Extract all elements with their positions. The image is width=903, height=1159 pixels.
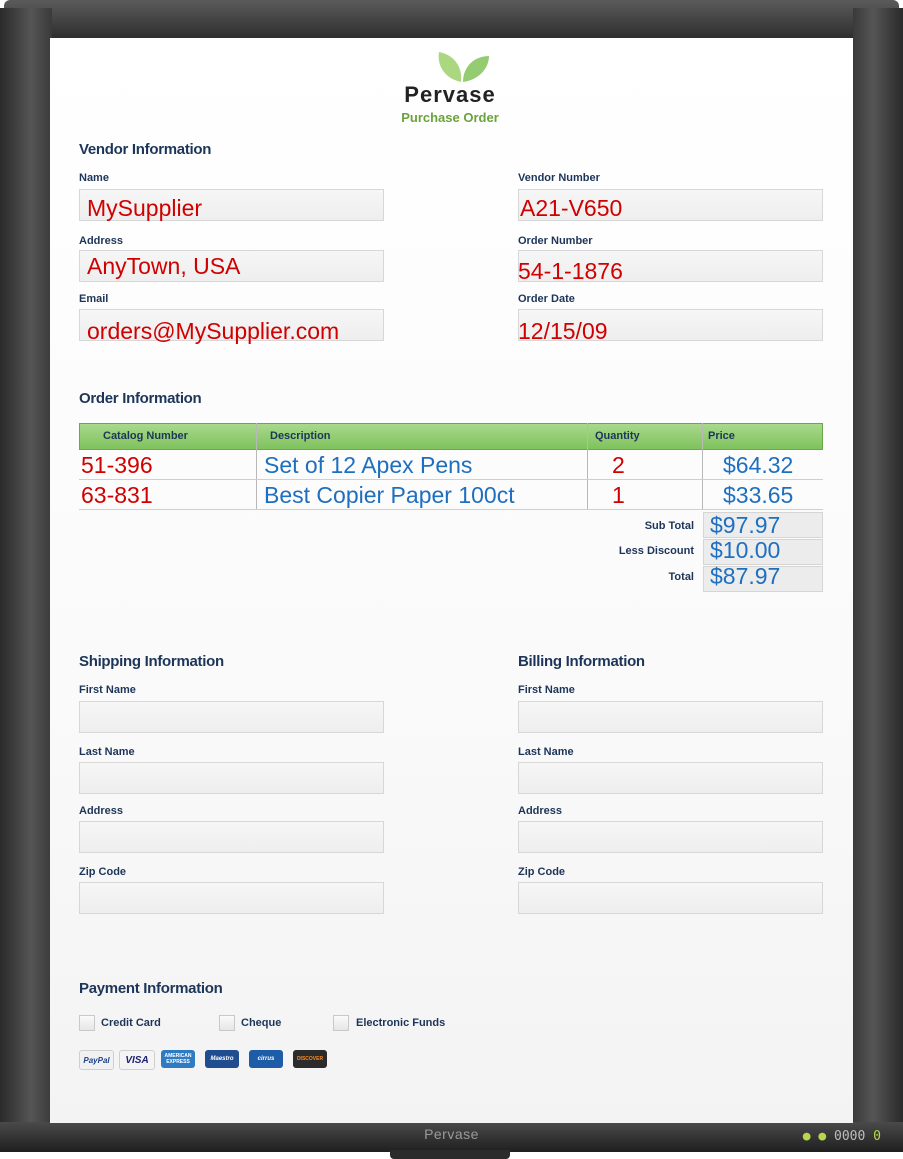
vendor-name-value: MySupplier xyxy=(87,195,203,221)
discount-value: $10.00 xyxy=(710,537,781,563)
billing-address-label: Address xyxy=(518,805,563,817)
shipping-zip-label: Zip Code xyxy=(79,866,127,878)
price-cell: $33.65 xyxy=(723,482,794,508)
billing-zip-label: Zip Code xyxy=(518,866,566,878)
discover-card-icon: DISCOVER xyxy=(293,1050,327,1068)
column-header-catalog: Catalog Number xyxy=(103,430,188,442)
monitor-bezel-top xyxy=(4,0,899,40)
vendor-address-label: Address xyxy=(79,235,124,247)
shipping-first-name-field[interactable] xyxy=(79,701,384,733)
shipping-address-field[interactable] xyxy=(79,821,384,853)
cheque-checkbox[interactable] xyxy=(219,1015,235,1031)
order-date-value: 12/15/09 xyxy=(518,318,608,344)
shipping-zip-field[interactable] xyxy=(79,882,384,914)
order-number-label: Order Number xyxy=(518,235,593,247)
cirrus-card-icon: cirrus xyxy=(249,1050,283,1068)
visa-card-icon: VISA xyxy=(119,1050,155,1070)
shipping-last-name-label: Last Name xyxy=(79,746,135,758)
monitor-stand xyxy=(390,1150,510,1159)
catalog-number-cell: 63-831 xyxy=(81,482,153,508)
status-light-icon: 0 xyxy=(873,1129,881,1144)
order-table-header: Catalog Number Description Quantity Pric… xyxy=(79,423,823,450)
vendor-email-value: orders@MySupplier.com xyxy=(87,318,340,344)
monitor-brand-label: Pervase xyxy=(424,1126,479,1142)
billing-last-name-field[interactable] xyxy=(518,762,823,794)
billing-first-name-field[interactable] xyxy=(518,701,823,733)
column-header-price: Price xyxy=(708,430,735,442)
billing-section-title: Billing Information xyxy=(518,653,645,670)
catalog-number-cell: 51-396 xyxy=(81,452,153,478)
power-indicator-icon: ● ● xyxy=(802,1129,827,1144)
monitor-bezel-right xyxy=(853,8,903,1133)
billing-first-name-label: First Name xyxy=(518,684,575,696)
monitor-indicators: ● ● 0000 0 xyxy=(803,1129,881,1144)
description-cell: Set of 12 Apex Pens xyxy=(264,452,473,478)
vendor-address-value: AnyTown, USA xyxy=(87,253,241,279)
vendor-number-value: A21-V650 xyxy=(520,195,623,221)
order-date-label: Order Date xyxy=(518,293,575,305)
credit-card-label: Credit Card xyxy=(101,1017,161,1029)
shipping-section-title: Shipping Information xyxy=(79,653,224,670)
document-subtitle: Purchase Order xyxy=(401,110,499,125)
monitor-counter: 0000 xyxy=(834,1129,874,1144)
table-row[interactable]: 51-396 Set of 12 Apex Pens 2 $64.32 xyxy=(79,451,823,480)
brand-title: Pervase xyxy=(404,82,496,107)
order-section-title: Order Information xyxy=(79,390,202,407)
vendor-number-label: Vendor Number xyxy=(518,172,600,184)
column-header-description: Description xyxy=(270,430,331,442)
subtotal-label: Sub Total xyxy=(644,520,694,532)
cheque-label: Cheque xyxy=(241,1017,282,1029)
column-header-quantity: Quantity xyxy=(595,430,640,442)
electronic-funds-label: Electronic Funds xyxy=(356,1017,446,1029)
paypal-card-icon: PayPal xyxy=(79,1050,114,1070)
credit-card-checkbox[interactable] xyxy=(79,1015,95,1031)
total-value: $87.97 xyxy=(710,563,781,589)
shipping-last-name-field[interactable] xyxy=(79,762,384,794)
quantity-cell: 2 xyxy=(612,452,625,478)
billing-last-name-label: Last Name xyxy=(518,746,574,758)
subtotal-value: $97.97 xyxy=(710,512,781,538)
shipping-address-label: Address xyxy=(79,805,124,817)
payment-section-title: Payment Information xyxy=(79,980,223,997)
amex-card-icon: AMERICAN EXPRESS xyxy=(161,1050,195,1068)
shipping-first-name-label: First Name xyxy=(79,684,136,696)
billing-address-field[interactable] xyxy=(518,821,823,853)
billing-zip-field[interactable] xyxy=(518,882,823,914)
monitor-bezel-left xyxy=(0,8,52,1133)
vendor-email-label: Email xyxy=(79,293,109,305)
leaf-logo-icon xyxy=(438,52,489,82)
description-cell: Best Copier Paper 100ct xyxy=(264,482,515,508)
discount-label: Less Discount xyxy=(618,545,694,557)
electronic-funds-checkbox[interactable] xyxy=(333,1015,349,1031)
table-row[interactable]: 63-831 Best Copier Paper 100ct 1 $33.65 xyxy=(79,481,823,510)
quantity-cell: 1 xyxy=(612,482,625,508)
price-cell: $64.32 xyxy=(723,452,794,478)
total-label: Total xyxy=(668,571,694,583)
maestro-card-icon: Maestro xyxy=(205,1050,239,1068)
order-number-value: 54-1-1876 xyxy=(518,258,623,284)
vendor-section-title: Vendor Information xyxy=(79,141,212,158)
vendor-name-label: Name xyxy=(79,172,109,184)
